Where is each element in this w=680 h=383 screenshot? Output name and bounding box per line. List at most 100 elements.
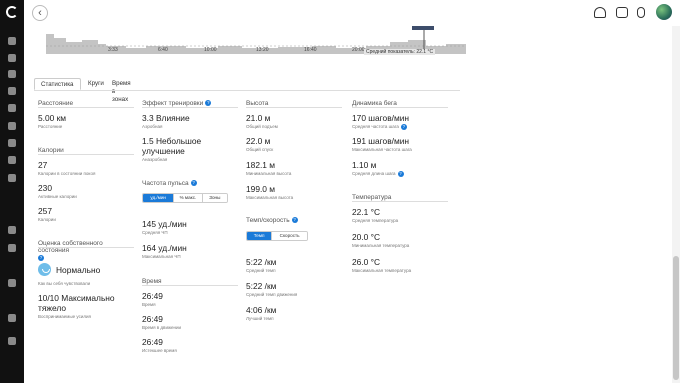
stat-value: 26:49: [142, 291, 163, 301]
bars-icon[interactable]: [8, 139, 16, 147]
x-tick-label: 13:20: [256, 47, 269, 53]
info-icon[interactable]: ?: [291, 217, 298, 224]
stat-value: 1.5 Небольшое улучшение: [142, 136, 202, 156]
stat-value: 170 шагов/мин: [352, 113, 410, 123]
stat-label: Время: [142, 302, 156, 307]
temperature-chart: 3:33 6:40 10:00 13:20 16:40 20:00 Средни…: [46, 26, 466, 55]
logo-icon[interactable]: [6, 6, 18, 18]
upload-icon[interactable]: [594, 7, 606, 18]
stat-time: 26:49 Время: [142, 291, 163, 307]
stat-avg-pace: 5:22 /км Средний темп: [246, 257, 276, 273]
stat-label: Средняя длина шага?: [352, 171, 448, 177]
runner-icon[interactable]: [8, 104, 16, 112]
hr-unit-zones[interactable]: Зоны: [202, 194, 227, 202]
stat-value: 22.0 м: [246, 136, 271, 146]
section-title: Высота: [246, 100, 342, 108]
stat-value: 199.0 м: [246, 184, 276, 194]
distance-section: Расстояние: [38, 100, 134, 108]
info-icon[interactable]: ?: [397, 171, 404, 177]
stat-value: 230: [38, 183, 52, 193]
calories-section: Калории: [38, 147, 134, 155]
stat-calories-active: 230 Активные калории: [38, 183, 77, 199]
stat-label: Минимальная высота: [246, 171, 292, 176]
section-title: Температура: [352, 194, 448, 202]
stat-temp-avg: 22.1 °C Средняя температура: [352, 207, 398, 223]
stat-label: Время в движении: [142, 325, 181, 330]
stat-label: Общий подъем: [246, 124, 278, 129]
hr-unit-percent-max[interactable]: % макс.: [174, 194, 203, 202]
stat-avg-hr: 145 уд./мин Средняя ЧП: [142, 219, 187, 235]
stat-label: Средняя ЧП: [142, 230, 168, 235]
scrollbar-thumb[interactable]: [673, 256, 679, 380]
medal-icon[interactable]: [8, 156, 16, 164]
stat-value: 4:06 /км: [246, 305, 277, 315]
section-title-text: Оценка собственного состояния: [38, 240, 103, 254]
chevron-left-icon[interactable]: ‹: [32, 5, 48, 21]
stat-aerobic: 3.3 Влияние Аэробная: [142, 113, 190, 129]
info-icon[interactable]: ?: [400, 124, 407, 130]
trophy-icon[interactable]: [8, 279, 16, 287]
stat-value: 26:49: [142, 314, 163, 324]
pace-unit-pace[interactable]: Темп: [247, 232, 273, 240]
stat-label: Лучший темп: [246, 316, 274, 321]
stat-effort: 10/10 Максимально тяжело Воспринимаемые …: [38, 293, 128, 319]
home-icon[interactable]: [8, 37, 16, 45]
settings-icon[interactable]: [8, 314, 16, 322]
stat-temp-min: 20.0 °C Минимальная температура: [352, 232, 409, 248]
tab-statistics[interactable]: Статистика: [34, 78, 81, 90]
stat-moving-pace: 5:22 /км Средний темп движения: [246, 281, 297, 297]
hover-marker-flag: [412, 26, 434, 30]
info-icon[interactable]: ?: [38, 254, 44, 261]
stat-value: 145 уд./мин: [142, 219, 187, 229]
stat-label: Расстояние: [38, 124, 63, 129]
stat-calories-total: 257 Калории: [38, 206, 56, 222]
pulse-icon[interactable]: [8, 174, 16, 182]
tab-time-in-zones[interactable]: Время в зонах: [106, 78, 137, 103]
group2-icon[interactable]: [8, 244, 16, 252]
section-title: Частота пульса?: [142, 180, 238, 188]
app-root: ‹ 3:33 6:40 10:00 13:20 16:40 20:00 Сред…: [0, 0, 680, 383]
stat-value: 5:22 /км: [246, 257, 277, 267]
info-icon[interactable]: [8, 337, 16, 345]
pace-section: Темп/скорость?: [246, 217, 342, 225]
stat-value: 26:49: [142, 337, 163, 347]
x-tick-label: 10:00: [204, 47, 217, 53]
stat-calories-rest: 27 Калории в состоянии покоя: [38, 160, 95, 176]
pace-unit-toggle: Темп Скорость: [246, 231, 308, 241]
watch-icon[interactable]: [637, 7, 645, 18]
temperature-section: Температура: [352, 194, 448, 202]
chart-tooltip: Средний показатель: 22.1 °C: [364, 49, 436, 55]
section-title: Оценка собственного состояния: [38, 240, 134, 254]
stat-value: 5.00 км: [38, 113, 67, 123]
stat-value: 10/10 Максимально тяжело: [38, 293, 115, 313]
stat-cadence-avg: 170 шагов/мин Средняя частота шага?: [352, 113, 448, 130]
info-icon[interactable]: ?: [205, 100, 212, 107]
info-icon[interactable]: ?: [190, 180, 197, 187]
stat-label: Калории: [38, 217, 56, 222]
training-effect-section: Эффект тренировки?: [142, 100, 238, 108]
x-tick-label: 3:33: [108, 47, 118, 53]
calendar-icon[interactable]: [8, 70, 16, 78]
stat-elev-gain: 21.0 м Общий подъем: [246, 113, 278, 129]
stat-value: 21.0 м: [246, 113, 271, 123]
stat-elev-max: 199.0 м Максимальная высота: [246, 184, 293, 200]
avatar[interactable]: [656, 4, 672, 20]
stat-value: Нормально: [56, 265, 101, 275]
stat-value: 26.0 °C: [352, 257, 381, 267]
stat-elev-min: 182.1 м Минимальная высота: [246, 160, 291, 176]
stat-label: Средний темп движения: [246, 292, 298, 297]
stat-label: Средняя частота шага?: [352, 124, 448, 130]
heart-icon[interactable]: [8, 122, 16, 130]
stat-label: Средняя температура: [352, 218, 399, 223]
stat-feel: Нормально Как вы себя чувствовали: [38, 263, 134, 286]
stat-label-text: Средняя частота шага: [352, 124, 399, 130]
chart-icon[interactable]: [8, 54, 16, 62]
target-icon[interactable]: [8, 87, 16, 95]
inbox-icon[interactable]: [616, 7, 628, 18]
tab-divider: [34, 90, 460, 91]
stat-elapsed-time: 26:49 Истекшее время: [142, 337, 177, 353]
group-icon[interactable]: [8, 226, 16, 234]
pace-unit-speed[interactable]: Скорость: [272, 232, 307, 240]
hr-unit-bpm[interactable]: уд./мин: [143, 194, 175, 202]
stat-temp-max: 26.0 °C Максимальная температура: [352, 257, 411, 273]
